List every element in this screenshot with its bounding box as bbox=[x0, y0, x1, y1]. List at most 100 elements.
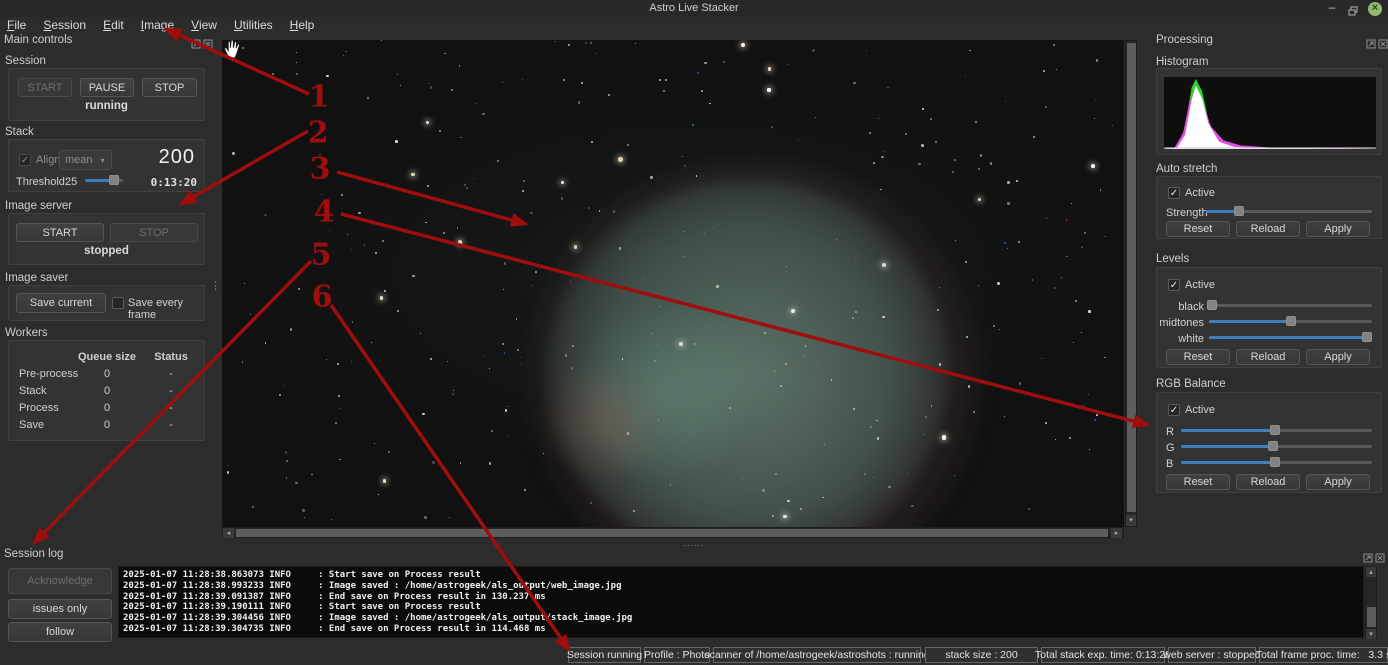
float-panel-icon[interactable] bbox=[191, 36, 201, 49]
status-stack-size: stack size : 200 bbox=[925, 647, 1038, 663]
menu-utilities[interactable]: Utilities bbox=[227, 17, 283, 33]
scroll-left-icon[interactable]: ◂ bbox=[223, 528, 234, 538]
black-slider[interactable] bbox=[1207, 299, 1372, 311]
log-line: 2025-01-07 11:28:39.304456 INFO : Image … bbox=[123, 613, 633, 624]
threshold-slider[interactable] bbox=[85, 174, 123, 186]
menu-file[interactable]: File bbox=[0, 17, 36, 33]
scroll-right-icon[interactable]: ▸ bbox=[1111, 528, 1122, 538]
acknowledge-button[interactable]: Acknowledge bbox=[8, 568, 112, 594]
restore-icon bbox=[1348, 6, 1358, 16]
viewer-vscrollbar[interactable]: ▾ bbox=[1125, 40, 1137, 527]
menu-session[interactable]: Session bbox=[36, 17, 96, 33]
save-every-frame-checkbox[interactable] bbox=[112, 297, 124, 309]
float-panel-icon[interactable] bbox=[1363, 550, 1373, 563]
session-pause-button[interactable]: PAUSE bbox=[80, 78, 134, 97]
server-status: stopped bbox=[84, 245, 129, 257]
menu-image[interactable]: Image bbox=[134, 17, 184, 33]
log-line: 2025-01-07 11:28:38.993233 INFO : Image … bbox=[123, 580, 622, 591]
status-profile: Profile : Photo bbox=[644, 647, 710, 663]
close-button[interactable]: × bbox=[1368, 2, 1382, 16]
close-panel-icon[interactable] bbox=[1375, 550, 1385, 563]
issues-only-button[interactable]: issues only bbox=[8, 599, 112, 619]
rgb-reload-button[interactable]: Reload bbox=[1236, 474, 1300, 490]
session-stop-button[interactable]: STOP bbox=[142, 78, 197, 97]
app-window: Astro Live Stacker – × File Session Edit… bbox=[0, 0, 1388, 665]
levels-apply-button[interactable]: Apply bbox=[1306, 349, 1370, 365]
minimize-button[interactable]: – bbox=[1324, 0, 1340, 16]
status-frame-proc-time: Total frame proc. time: 3.3 s bbox=[1255, 647, 1388, 663]
white-slider[interactable] bbox=[1209, 331, 1373, 343]
align-label: Align bbox=[36, 154, 61, 166]
worker-row-queue: 0 bbox=[103, 419, 111, 431]
levels-section-label: Levels bbox=[1156, 253, 1190, 265]
strength-label: Strength bbox=[1166, 207, 1208, 219]
close-panel-icon[interactable] bbox=[1378, 36, 1388, 49]
rgb-groupbox: ✓ Active R G B Reset Reload Apply bbox=[1156, 392, 1382, 493]
image-viewer[interactable] bbox=[222, 40, 1124, 527]
processing-title: Processing bbox=[1156, 34, 1213, 46]
image-saver-groupbox: Save current Save every frame bbox=[8, 285, 205, 321]
titlebar: Astro Live Stacker – × bbox=[0, 0, 1388, 17]
menu-view[interactable]: View bbox=[184, 17, 227, 33]
auto-stretch-apply-button[interactable]: Apply bbox=[1306, 221, 1370, 237]
worker-row-queue: 0 bbox=[103, 368, 111, 380]
menu-help[interactable]: Help bbox=[283, 17, 325, 33]
rgb-active-checkbox[interactable]: ✓ bbox=[1168, 404, 1180, 416]
session-start-button[interactable]: START bbox=[18, 78, 72, 97]
follow-button[interactable]: follow bbox=[8, 622, 112, 642]
workers-groupbox: Queue size Status Pre-process 0 - Stack … bbox=[8, 340, 205, 441]
log-vscrollbar[interactable]: ▴ ▾ bbox=[1365, 566, 1377, 639]
dock-splitter[interactable]: ...... bbox=[668, 538, 720, 548]
image-server-section-label: Image server bbox=[5, 200, 73, 212]
auto-stretch-reload-button[interactable]: Reload bbox=[1236, 221, 1300, 237]
stack-section-label: Stack bbox=[5, 126, 34, 138]
server-start-button[interactable]: START bbox=[16, 223, 104, 242]
hscroll-thumb[interactable] bbox=[236, 529, 1108, 537]
align-checkbox[interactable]: ✓ bbox=[19, 154, 31, 166]
scroll-down-icon[interactable]: ▾ bbox=[1366, 629, 1376, 639]
r-slider[interactable] bbox=[1181, 424, 1372, 436]
worker-row-queue: 0 bbox=[103, 385, 111, 397]
float-panel-icon[interactable] bbox=[1366, 36, 1376, 49]
midtones-slider[interactable] bbox=[1209, 315, 1372, 327]
session-log-title: Session log bbox=[4, 548, 64, 560]
vscroll-thumb[interactable] bbox=[1127, 43, 1136, 512]
rgb-reset-button[interactable]: Reset bbox=[1166, 474, 1230, 490]
server-stop-button[interactable]: STOP bbox=[110, 223, 198, 242]
menu-bar: File Session Edit Image View Utilities H… bbox=[0, 17, 1388, 33]
session-log-view[interactable]: 2025-01-07 11:28:38.863073 INFO : Start … bbox=[118, 566, 1364, 638]
auto-stretch-reset-button[interactable]: Reset bbox=[1166, 221, 1230, 237]
stack-exposure-time: 0:13:20 bbox=[150, 176, 197, 189]
levels-active-label: Active bbox=[1185, 279, 1215, 291]
close-panel-icon[interactable] bbox=[203, 36, 213, 49]
levels-reload-button[interactable]: Reload bbox=[1236, 349, 1300, 365]
worker-row-name: Stack bbox=[19, 385, 47, 397]
save-current-button[interactable]: Save current bbox=[16, 293, 106, 313]
worker-row-status: - bbox=[169, 419, 173, 431]
splitter-handle-icon[interactable]: ⋮ bbox=[210, 281, 221, 292]
status-scanner: scanner of /home/astrogeek/astroshots : … bbox=[704, 647, 930, 663]
menu-edit[interactable]: Edit bbox=[96, 17, 134, 33]
log-scroll-thumb[interactable] bbox=[1367, 607, 1376, 627]
auto-stretch-active-checkbox[interactable]: ✓ bbox=[1168, 187, 1180, 199]
strength-slider[interactable] bbox=[1206, 205, 1372, 217]
b-slider[interactable] bbox=[1181, 456, 1372, 468]
levels-groupbox: ✓ Active black midtones white Reset Relo… bbox=[1156, 267, 1382, 368]
levels-active-checkbox[interactable]: ✓ bbox=[1168, 279, 1180, 291]
rgb-section-label: RGB Balance bbox=[1156, 378, 1226, 390]
log-line: 2025-01-07 11:28:39.304735 INFO : End sa… bbox=[123, 623, 546, 634]
scroll-down-icon[interactable]: ▾ bbox=[1126, 515, 1136, 526]
stack-mode-dropdown[interactable]: mean ▾ bbox=[59, 150, 112, 170]
scroll-up-icon[interactable]: ▴ bbox=[1366, 567, 1376, 577]
levels-reset-button[interactable]: Reset bbox=[1166, 349, 1230, 365]
viewer-vignette bbox=[222, 40, 1124, 527]
white-label: white bbox=[1178, 333, 1204, 345]
viewer-hscrollbar[interactable]: ◂ ▸ bbox=[222, 527, 1124, 538]
auto-stretch-section-label: Auto stretch bbox=[1156, 163, 1218, 175]
threshold-value: 25 bbox=[65, 176, 78, 188]
g-slider[interactable] bbox=[1181, 440, 1372, 452]
hand-cursor-icon bbox=[221, 37, 244, 65]
worker-row-queue: 0 bbox=[103, 402, 111, 414]
histogram-groupbox bbox=[1156, 68, 1382, 155]
rgb-apply-button[interactable]: Apply bbox=[1306, 474, 1370, 490]
